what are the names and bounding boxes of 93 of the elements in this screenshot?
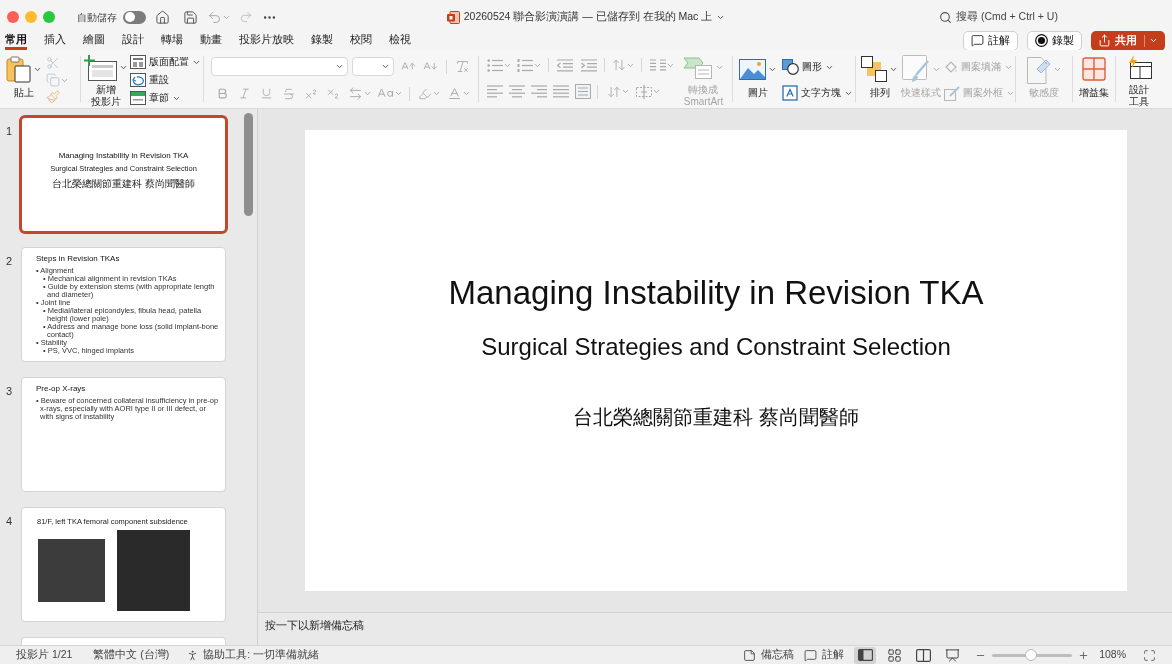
close-window-icon[interactable] bbox=[7, 11, 19, 23]
clipboard-icon bbox=[6, 55, 31, 83]
normal-view-icon bbox=[857, 649, 873, 661]
caret-icon bbox=[1149, 36, 1158, 45]
add-ins-grid-icon bbox=[1082, 57, 1106, 81]
autosave-toggle[interactable] bbox=[123, 10, 146, 24]
designer-button[interactable]: 設計 工具 bbox=[1126, 50, 1152, 108]
ribbon-tab[interactable]: 檢視 bbox=[389, 29, 411, 50]
picture-button[interactable]: 圖片 bbox=[739, 50, 777, 108]
xray-photo-placeholder bbox=[38, 539, 105, 602]
designer-icon bbox=[1126, 55, 1152, 80]
minimize-window-icon[interactable] bbox=[25, 11, 37, 23]
add-ins-button[interactable]: 增益集 bbox=[1079, 50, 1109, 108]
slide-subtitle: Surgical Strategies and Constraint Selection bbox=[481, 333, 951, 361]
slide-thumbnail[interactable] bbox=[21, 247, 226, 362]
slide-number: 4 bbox=[6, 515, 13, 527]
reading-view-icon bbox=[915, 648, 931, 662]
ribbon-tab[interactable]: 繪圖 bbox=[83, 29, 105, 50]
zoom-slider-thumb[interactable] bbox=[1025, 649, 1038, 661]
comments-button[interactable]: 註解 bbox=[804, 647, 845, 663]
text-box-icon bbox=[782, 85, 798, 101]
comments-button[interactable]: 註解 bbox=[963, 30, 1018, 51]
quick-styles-icon bbox=[901, 55, 930, 83]
home-icon[interactable] bbox=[155, 9, 170, 25]
search-icon bbox=[939, 10, 952, 24]
slide-number: 1 bbox=[6, 125, 13, 137]
language-status[interactable]: 繁體中文 (台灣) bbox=[93, 647, 170, 663]
paste-button[interactable]: 貼上 bbox=[6, 50, 42, 108]
thumbnail-title: Steps in Revision TKAs bbox=[36, 254, 121, 264]
slide-number: 3 bbox=[6, 385, 13, 397]
fit-to-window-icon[interactable] bbox=[1143, 648, 1156, 662]
slide-canvas[interactable]: Managing Instability in Revision TKA Surgical Strategies and Constraint Selection 台北榮總關節重建科 蔡尚聞醫師 bbox=[305, 130, 1127, 591]
undo-icon[interactable] bbox=[207, 9, 222, 25]
save-icon[interactable] bbox=[183, 9, 198, 25]
slide-title: Managing Instability in Revision TKA bbox=[448, 273, 984, 313]
slideshow-icon bbox=[944, 647, 960, 663]
caret-icon bbox=[119, 63, 128, 72]
thumbnail-title: Managing Instability in Revision TKA bbox=[58, 151, 189, 161]
share-button[interactable]: 共用 bbox=[1091, 30, 1165, 51]
slide-thumbnail[interactable] bbox=[21, 637, 226, 645]
note-icon bbox=[743, 648, 757, 662]
record-button[interactable]: 錄製 bbox=[1027, 30, 1082, 51]
slide-author: 台北榮總關節重建科 蔡尚聞醫師 bbox=[573, 405, 859, 430]
ribbon-tab[interactable]: 錄製 bbox=[311, 29, 333, 50]
notes-button[interactable]: 備忘稿 bbox=[743, 647, 795, 663]
paint-bucket-icon bbox=[944, 60, 958, 74]
comment-icon bbox=[971, 34, 984, 47]
accessibility-status[interactable]: 協助工具: 一切準備就緒 bbox=[186, 647, 320, 663]
slide-number: 2 bbox=[6, 255, 13, 267]
ribbon-tab[interactable]: 投影片放映 bbox=[239, 29, 294, 50]
picture-icon bbox=[739, 58, 766, 80]
thumbnail-title: Pre-op X-rays bbox=[36, 384, 87, 394]
reset-button[interactable]: 重設 bbox=[130, 72, 201, 88]
smartart-icon bbox=[683, 55, 713, 80]
ribbon-tab[interactable]: 轉場 bbox=[161, 29, 183, 50]
comment-icon bbox=[804, 648, 818, 662]
section-button[interactable]: 章節 bbox=[130, 90, 201, 106]
ribbon-tab[interactable]: 動畫 bbox=[200, 29, 222, 50]
redo-icon[interactable] bbox=[239, 10, 253, 24]
new-slide-icon bbox=[84, 54, 117, 81]
zoom-percentage[interactable]: 108% bbox=[1099, 647, 1126, 663]
text-box-button[interactable]: 文字方塊 bbox=[782, 85, 853, 101]
caret-icon bbox=[381, 62, 390, 71]
zoom-window-icon[interactable] bbox=[43, 11, 55, 23]
ribbon-tab[interactable]: 校閱 bbox=[350, 29, 372, 50]
document-title: 20260524 聯合影演演講 — 已儲存到 在我的 Mac 上 bbox=[463, 9, 713, 25]
new-slide-button[interactable]: 新增 投影片 bbox=[84, 50, 128, 108]
shapes-icon bbox=[782, 59, 799, 75]
scrollbar[interactable] bbox=[244, 113, 253, 216]
pencil-square-icon bbox=[944, 85, 960, 101]
zoom-in-icon[interactable] bbox=[1078, 649, 1090, 661]
arrange-button[interactable]: 排列 bbox=[861, 50, 898, 108]
layout-icon bbox=[130, 55, 146, 69]
autosave-label: 自動儲存 bbox=[77, 10, 117, 25]
sensitivity-label-icon bbox=[1026, 54, 1051, 84]
normal-view-button[interactable] bbox=[854, 646, 877, 664]
section-icon bbox=[130, 91, 146, 105]
share-icon bbox=[1098, 34, 1111, 47]
record-icon bbox=[1035, 34, 1048, 47]
slide-position: 投影片 1/21 bbox=[16, 647, 73, 663]
thumbnail-author: 台北榮總關節重建科 蔡尚聞醫師 bbox=[52, 178, 195, 190]
presentation-file-icon bbox=[446, 10, 460, 24]
reset-icon bbox=[130, 73, 146, 87]
caret-icon bbox=[715, 63, 724, 72]
ribbon-tab[interactable]: 插入 bbox=[44, 29, 66, 50]
search-field[interactable]: 搜尋 (Cmd + Ctrl + U) bbox=[956, 9, 1068, 25]
shapes-button[interactable]: 圖形 bbox=[782, 59, 853, 75]
ribbon-tab[interactable]: 設計 bbox=[122, 29, 144, 50]
layout-button[interactable]: 版面配置 bbox=[130, 54, 201, 70]
arrange-icon bbox=[861, 56, 887, 82]
slide-sorter-icon bbox=[886, 647, 902, 663]
zoom-slider[interactable] bbox=[992, 649, 1073, 661]
caret-icon bbox=[335, 62, 344, 71]
